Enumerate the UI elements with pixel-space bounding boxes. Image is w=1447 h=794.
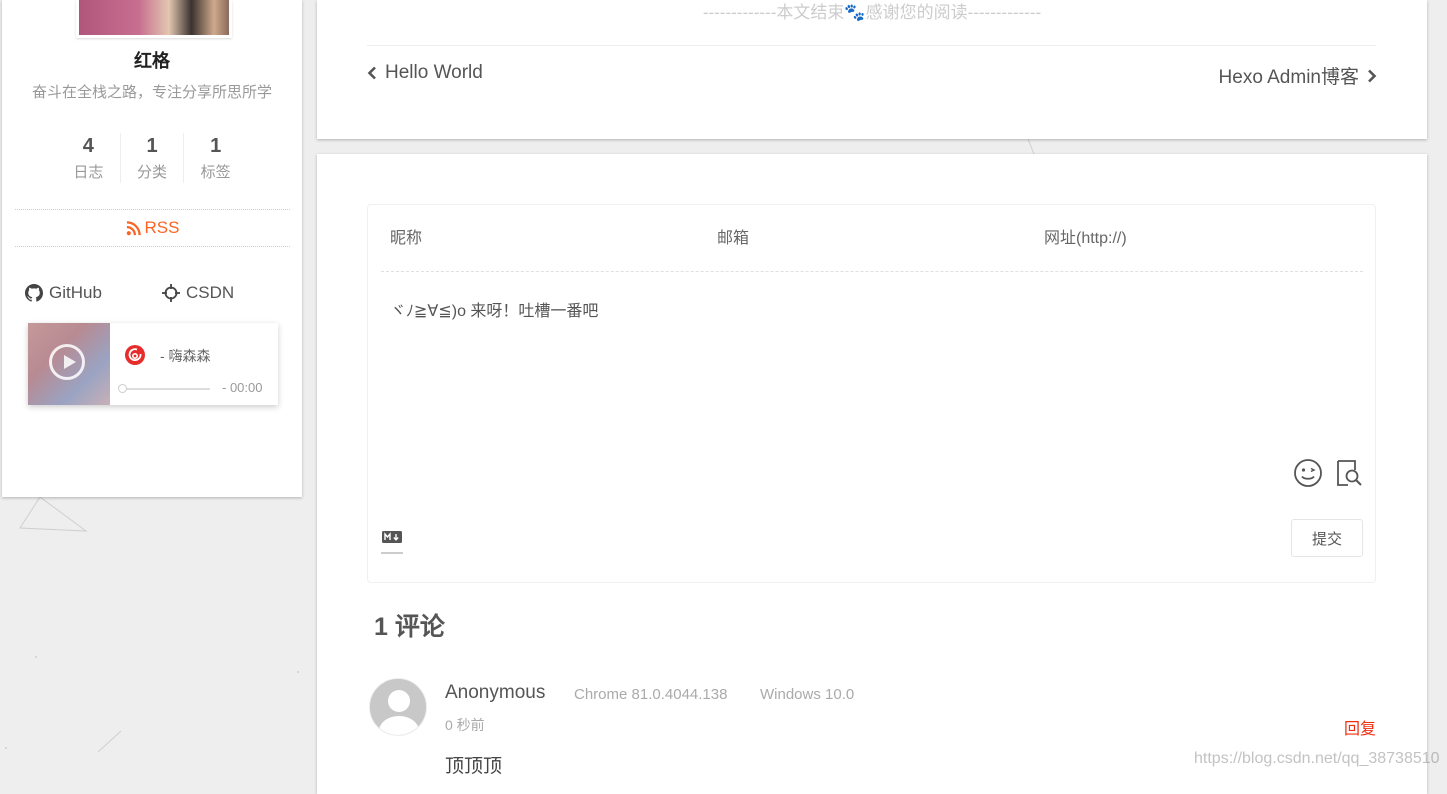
- github-link[interactable]: GitHub: [25, 283, 102, 303]
- link-field-wrap: [1035, 205, 1362, 271]
- prev-post-title: Hello World: [385, 62, 483, 83]
- stat-categories-count: 1: [146, 135, 158, 157]
- player-progress-handle[interactable]: [118, 384, 127, 393]
- comment-nick: Anonymous: [445, 682, 546, 703]
- email-input[interactable]: [715, 225, 1019, 253]
- comment-browser: Chrome 81.0.4044.138: [574, 686, 728, 703]
- comment-avatar: [369, 678, 427, 736]
- author-description: 奋斗在全栈之路，专注分享所思所学: [31, 84, 272, 101]
- comment-content: 顶顶顶: [445, 756, 503, 777]
- csdn-link[interactable]: CSDN: [162, 283, 234, 303]
- chevron-right-icon: [1368, 69, 1377, 82]
- chevron-left-icon: [367, 66, 376, 80]
- comment-textarea[interactable]: [388, 295, 1352, 449]
- comment-card: 提交 1 评论 Anonymous Chrome 81.0.4044.138 W…: [317, 154, 1427, 794]
- next-post-link[interactable]: Hexo Admin博客: [1219, 62, 1377, 89]
- comment-os: Windows 10.0: [760, 686, 855, 703]
- submit-button[interactable]: 提交: [1291, 519, 1363, 557]
- csdn-label: CSDN: [186, 283, 235, 302]
- nick-field-wrap: [381, 205, 708, 271]
- player-time: - 00:00: [222, 380, 263, 395]
- next-post-title: Hexo Admin博客: [1218, 67, 1359, 88]
- stat-categories[interactable]: 1 分类: [121, 133, 185, 183]
- rss-link[interactable]: RSS: [15, 209, 290, 247]
- rss-label: RSS: [144, 218, 180, 237]
- author-name: 红格: [134, 51, 170, 71]
- post-card: -------------本文结束🐾感谢您的阅读------------- He…: [317, 0, 1427, 139]
- comment-form: 提交: [367, 204, 1376, 583]
- stat-posts[interactable]: 4 日志: [57, 133, 121, 183]
- mail-field-wrap: [708, 205, 1035, 271]
- nick-input[interactable]: [388, 225, 692, 253]
- player-cover: [28, 323, 110, 405]
- stat-tags-label: 标签: [200, 164, 231, 181]
- author-avatar-image: [79, 0, 229, 35]
- rss-icon: [126, 220, 141, 235]
- crosshair-icon: [162, 284, 180, 302]
- github-icon: [25, 284, 43, 302]
- stat-posts-count: 4: [82, 135, 94, 157]
- github-label: GitHub: [49, 283, 102, 302]
- website-input[interactable]: [1042, 225, 1346, 253]
- prev-post-link[interactable]: Hello World: [367, 62, 483, 84]
- music-player: - 嗨森森 - 00:00: [28, 323, 278, 405]
- player-progress-bar[interactable]: [122, 388, 210, 390]
- stat-tags[interactable]: 1 标签: [184, 133, 247, 183]
- post-end-text: -------------本文结束🐾感谢您的阅读-------------: [702, 3, 1042, 22]
- comment-count: 1 评论: [374, 613, 445, 641]
- watermark: https://blog.csdn.net/qq_38738510: [1194, 750, 1440, 767]
- site-stats: 4 日志 1 分类 1 标签: [57, 133, 247, 183]
- stat-tags-count: 1: [210, 135, 222, 157]
- default-avatar-icon: [370, 679, 426, 735]
- sidebar: 红格 奋斗在全栈之路，专注分享所思所学 4 日志 1 分类 1 标签 RSS G…: [2, 0, 302, 497]
- author-avatar[interactable]: [76, 0, 232, 38]
- markdown-icon[interactable]: [381, 528, 403, 554]
- comment-time: 0 秒前: [445, 717, 485, 733]
- stat-posts-label: 日志: [73, 164, 104, 181]
- comment-reply-link[interactable]: 回复: [1344, 715, 1376, 739]
- comment-fields: [381, 205, 1363, 272]
- play-button[interactable]: [49, 344, 85, 380]
- stat-categories-label: 分类: [137, 164, 168, 181]
- player-title: - 嗨森森: [160, 348, 211, 364]
- preview-icon[interactable]: [1334, 458, 1364, 488]
- emoji-icon[interactable]: [1293, 458, 1323, 488]
- netease-music-icon: [125, 345, 145, 365]
- post-divider: [367, 45, 1376, 46]
